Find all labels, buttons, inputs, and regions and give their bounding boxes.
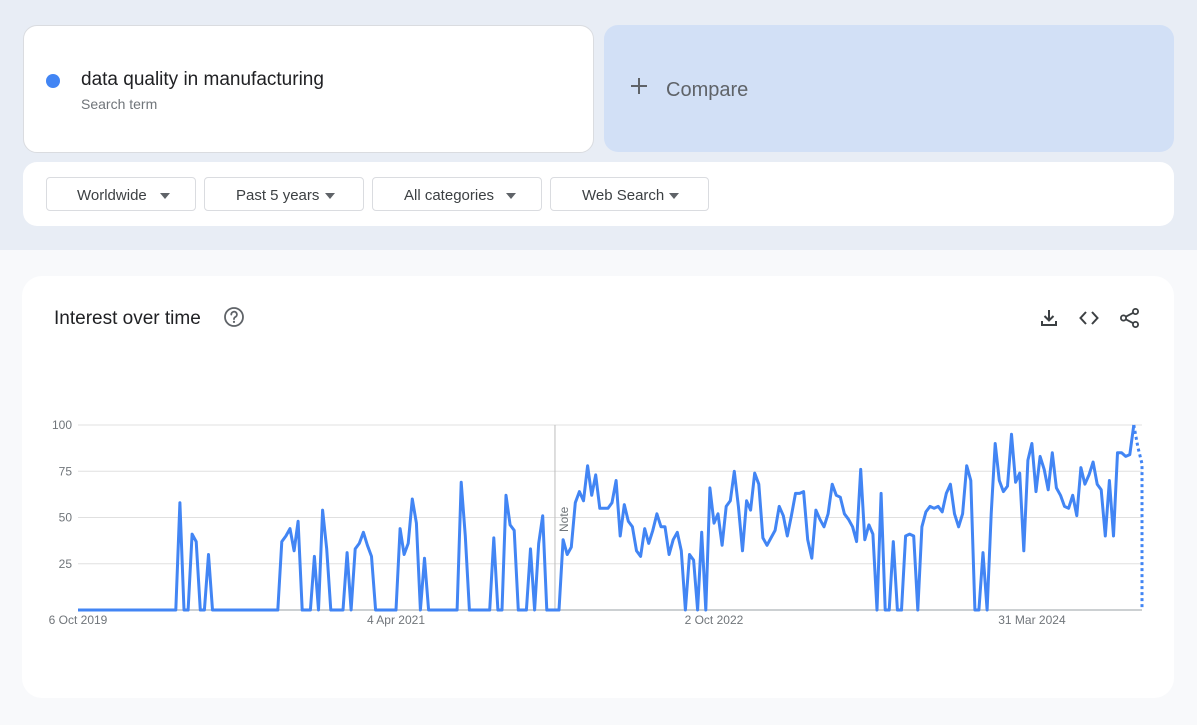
y-tick-label: 100 [52, 418, 72, 432]
x-tick-label: 4 Apr 2021 [367, 613, 425, 627]
y-tick-label: 75 [59, 464, 73, 478]
y-tick-label: 25 [59, 557, 73, 571]
x-tick-label: 31 Mar 2024 [998, 613, 1066, 627]
plus-icon [631, 78, 647, 94]
compare-label: Compare [666, 79, 749, 101]
search-term-card[interactable]: data quality in manufacturing Search ter… [23, 25, 594, 153]
interest-line-chart: 100 75 50 25 6 Oct 2019 4 Apr 2021 2 Oct 2022 3… [49, 418, 1144, 627]
caret-down-icon [669, 193, 679, 199]
location-filter-label: Worldwide [77, 187, 147, 204]
category-filter-label: All categories [404, 187, 495, 204]
location-filter[interactable]: Worldwide [46, 177, 196, 211]
search-term-kind: Search term [81, 96, 158, 112]
x-tick-label: 6 Oct 2019 [49, 613, 108, 627]
filter-bar: Worldwide Past 5 years All categories We… [23, 162, 1174, 226]
note-label: Note [557, 506, 571, 532]
search-type-filter[interactable]: Web Search [550, 177, 709, 211]
caret-down-icon [506, 193, 516, 199]
search-term-label[interactable]: data quality in manufacturing [81, 69, 324, 91]
caret-down-icon [325, 193, 335, 199]
y-tick-label: 50 [59, 511, 73, 525]
time-range-filter[interactable]: Past 5 years [204, 177, 364, 211]
interest-over-time-card: Interest over time 100 75 50 25 6 Oct 2019 4 … [22, 276, 1174, 698]
x-tick-label: 2 Oct 2022 [685, 613, 744, 627]
compare-button[interactable]: Compare [604, 25, 1174, 152]
series-color-dot [46, 74, 60, 88]
caret-down-icon [160, 193, 170, 199]
time-range-filter-label: Past 5 years [236, 187, 320, 204]
search-type-filter-label: Web Search [582, 187, 665, 204]
category-filter[interactable]: All categories [372, 177, 542, 211]
